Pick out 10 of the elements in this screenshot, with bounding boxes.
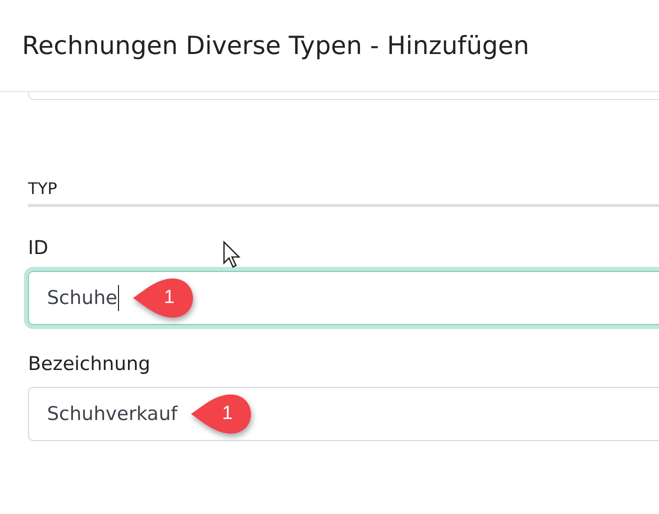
- field-label: Bezeichnung: [28, 353, 150, 375]
- callout-badge: 1: [131, 276, 196, 320]
- text-cursor: [118, 285, 120, 311]
- field-label: ID: [28, 237, 48, 259]
- mouse-pointer-icon: [222, 241, 242, 269]
- section-heading: TYP: [28, 179, 659, 207]
- input-field[interactable]: [28, 92, 659, 100]
- callout-badge: 1: [189, 392, 254, 436]
- input-field[interactable]: Schuhverkauf 1: [28, 387, 659, 441]
- dialog-title: Rechnungen Diverse Typen - Hinzufügen: [22, 31, 530, 60]
